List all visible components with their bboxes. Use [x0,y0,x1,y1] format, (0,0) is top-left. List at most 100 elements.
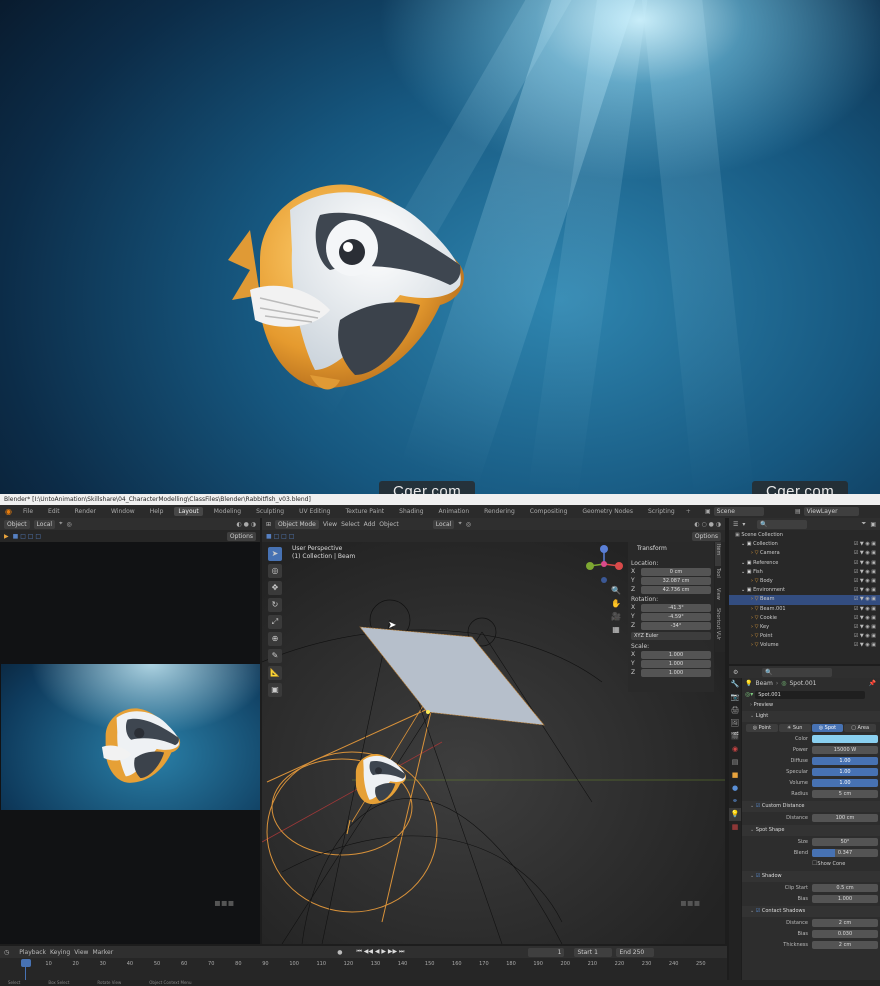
camera-view[interactable]: ▪▪▪ [0,542,260,944]
visibility-toggles-icon[interactable]: ☑ ▼ ◉ ▣ [854,623,876,632]
light-type-spot[interactable]: ◎ Spot [811,723,844,732]
snap-icon[interactable]: ⌖ [458,520,461,528]
outliner-row[interactable]: › ▽ Beam.001 ☑ ▼ ◉ ▣ [729,605,880,614]
workspace-tab-layout[interactable]: Layout [174,507,203,516]
light-type-point[interactable]: ◎ Point [746,723,778,732]
outliner-display-icon[interactable]: ▾ [742,521,745,528]
viewport-transform-select[interactable]: Local [432,519,455,529]
timeline-menu-playback[interactable]: Playback [19,949,46,956]
workspace-tab-modeling[interactable]: Modeling [210,507,245,516]
outliner-row[interactable]: ⌄ ▣ Environment ☑ ▼ ◉ ▣ [729,586,880,595]
spot-size-field[interactable]: 50° [812,837,878,846]
sidebar-tab-view[interactable]: View [715,586,721,606]
timeline-menu-view[interactable]: View [74,949,88,956]
proportional-icon[interactable]: ◎ [466,521,471,528]
menu-edit[interactable]: Edit [44,507,64,516]
output-props-icon[interactable]: 🖨 [729,704,741,717]
contact-shadow-field[interactable]: 2 cm [812,940,878,949]
start-frame-field[interactable]: Start 1 [574,947,613,957]
physics-props-icon[interactable]: ● [729,782,741,795]
proportional-icon[interactable]: ◎ [67,521,72,528]
move-tool-icon[interactable]: ✥ [268,581,282,595]
visibility-toggles-icon[interactable]: ☑ ▼ ◉ ▣ [854,549,876,558]
outliner-row[interactable]: › ▽ Beam ☑ ▼ ◉ ▣ [729,595,880,605]
end-frame-field[interactable]: End 250 [616,947,655,957]
visibility-toggles-icon[interactable]: ☑ ▼ ◉ ▣ [854,577,876,586]
timeline-editor-icon[interactable]: ◷ [4,949,9,956]
light-color-swatch[interactable] [812,734,878,743]
annotate-tool-icon[interactable]: ✎ [268,649,282,663]
custom-distance-section[interactable]: ⌄ ☑ Custom Distance [742,801,880,812]
shading-icons[interactable]: ◐ ○ ● ◑ [694,521,721,528]
visibility-toggles-icon[interactable]: ☑ ▼ ◉ ▣ [854,586,876,595]
object-props-icon[interactable]: ■ [729,769,741,782]
select-tool-icon[interactable]: ➤ [268,547,282,561]
rotation-y-field[interactable]: -4.59° [641,612,711,621]
visibility-toggles-icon[interactable]: ☑ ▼ ◉ ▣ [854,605,876,614]
left-mode-select[interactable]: Object [4,519,30,529]
viewport-options-button[interactable]: Options [691,531,721,541]
outliner-search[interactable]: 🔍 [757,519,808,529]
contact-shadows-section[interactable]: ⌄ ☑ Contact Shadows [742,906,880,917]
outliner-row[interactable]: › ▽ Camera ☑ ▼ ◉ ▣ [729,549,880,558]
rotation-x-field[interactable]: -41.3° [641,603,711,612]
rotate-tool-icon[interactable]: ↻ [268,598,282,612]
outliner-row[interactable]: › ▽ Key ☑ ▼ ◉ ▣ [729,623,880,632]
menu-render[interactable]: Render [71,507,100,516]
editor-type-icon[interactable]: ⊞ [266,521,271,528]
scale-x-field[interactable]: 1.000 [641,650,711,659]
constraints-props-icon[interactable]: ⚭ [729,795,741,808]
properties-search[interactable]: 🔍 [762,667,833,677]
clip-start-field[interactable]: 0.5 cm [812,883,878,892]
current-frame-field[interactable]: 1 [528,947,565,957]
sidebar-tab-tool[interactable]: Tool [715,566,721,586]
visibility-toggles-icon[interactable]: ☑ ▼ ◉ ▣ [854,595,876,604]
rotation-mode-select[interactable]: XYZ Euler [631,632,711,640]
properties-editor-icon[interactable]: ⚙ [733,669,738,676]
shadow-bias-field[interactable]: 1.000 [812,894,878,903]
render-props-icon[interactable]: 📷 [729,691,741,704]
measure-tool-icon[interactable]: 📐 [268,666,282,680]
light-datablock-field[interactable]: Spot.001 [755,690,866,699]
select-mode-icons[interactable]: ■ □ □ □ [13,533,41,540]
workspace-tab-scripting[interactable]: Scripting [644,507,679,516]
outliner-row[interactable]: ⌄ ▣ Fish ☑ ▼ ◉ ▣ [729,568,880,577]
shadow-section[interactable]: ⌄ ☑ Shadow [742,871,880,882]
scale-tool-icon[interactable]: ⤢ [268,615,282,629]
light-data-icon[interactable]: ◎▾ [745,691,753,698]
visibility-toggles-icon[interactable]: ☑ ▼ ◉ ▣ [854,641,876,650]
timeline-menu-keying[interactable]: Keying [50,949,70,956]
custom-distance-field[interactable]: 100 cm [812,813,878,822]
workspace-tab-uv-editing[interactable]: UV Editing [295,507,334,516]
light-type-area[interactable]: ▢ Area [844,723,876,732]
menu-window[interactable]: Window [107,507,139,516]
rotation-z-field[interactable]: -34° [641,621,711,630]
viewport-menu-view[interactable]: View [323,521,337,528]
outliner-row[interactable]: ⌄ ▣ Collection ☑ ▼ ◉ ▣ [729,540,880,549]
location-z-field[interactable]: 42.736 cm [641,585,711,594]
property-field[interactable]: 1.00 [812,767,878,776]
select-box-icon[interactable]: ▶ [4,533,9,540]
outliner-row[interactable]: › ▽ Body ☑ ▼ ◉ ▣ [729,577,880,586]
scene-props-icon[interactable]: 🎬 [729,730,741,743]
light-data-props-icon[interactable]: 💡 [729,808,741,821]
texture-props-icon[interactable]: ▦ [729,821,741,834]
outliner-row[interactable]: › ▽ Volume ☑ ▼ ◉ ▣ [729,641,880,650]
contact-shadow-field[interactable]: 2 cm [812,918,878,927]
pan-hand-icon[interactable]: ✋ [609,597,623,610]
playhead[interactable] [21,959,31,967]
location-x-field[interactable]: 0 cm [641,567,711,576]
visibility-toggles-icon[interactable]: ☑ ▼ ◉ ▣ [854,614,876,623]
property-field[interactable]: 15000 W [812,745,878,754]
viewport-menu-select[interactable]: Select [341,521,360,528]
visibility-toggles-icon[interactable]: ☑ ▼ ◉ ▣ [854,540,876,549]
cursor-tool-icon[interactable]: ◎ [268,564,282,578]
camera-view-icon[interactable]: 🎥 [609,610,623,623]
snap-icon[interactable]: ⌖ [59,520,62,528]
outliner-editor-icon[interactable]: ☰ [733,521,738,528]
outliner-row[interactable]: › ▽ Point ☑ ▼ ◉ ▣ [729,632,880,641]
collection-props-icon[interactable]: ▤ [729,756,741,769]
preview-section[interactable]: › Preview [742,700,880,711]
blender-logo-icon[interactable]: ◉ [5,507,12,516]
viewport-3d[interactable]: User Perspective (1) Collection | Beam ➤… [262,542,725,944]
